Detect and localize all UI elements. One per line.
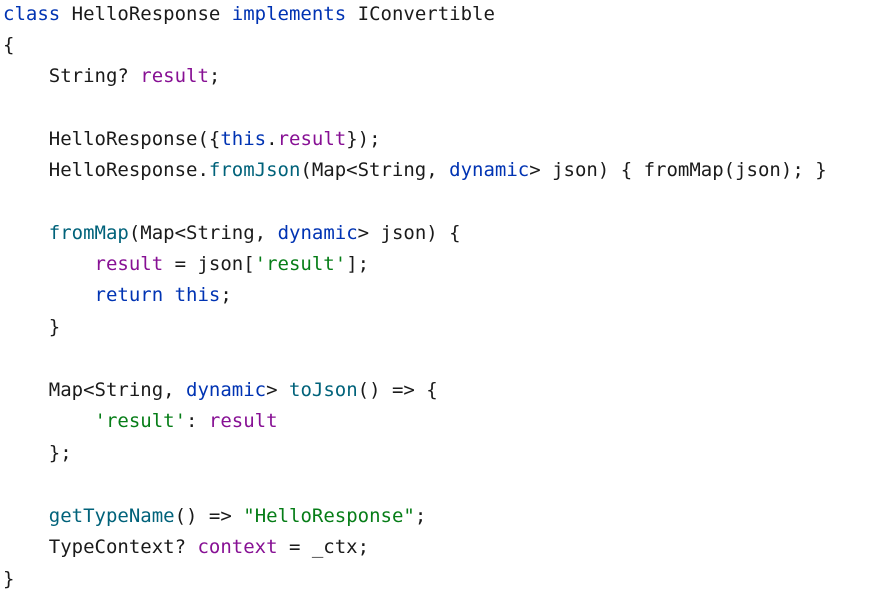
token: dynamic xyxy=(449,159,530,181)
token: { xyxy=(3,34,15,56)
code-line-1: class HelloResponse implements IConverti… xyxy=(3,0,495,30)
token: result xyxy=(140,65,209,87)
token: > json) { fromMap(json); } xyxy=(529,159,827,181)
token: HelloResponse. xyxy=(3,159,209,181)
code-line-8: fromMap(Map<String, dynamic> json) { xyxy=(3,218,461,249)
token: this xyxy=(174,284,221,306)
code-editor: class HelloResponse implements IConverti… xyxy=(0,0,870,595)
code-line-19: } xyxy=(3,564,14,595)
token: implements xyxy=(231,3,347,25)
token: Map<String, xyxy=(3,379,187,401)
code-line-15: }; xyxy=(3,438,72,469)
token: dynamic xyxy=(186,379,267,401)
token: (Map<String, xyxy=(300,159,450,181)
token: result xyxy=(277,128,347,150)
code-line-5: HelloResponse({this.result}); xyxy=(3,124,381,155)
token: }); xyxy=(346,128,381,150)
token: context xyxy=(197,536,278,558)
token: toJson xyxy=(289,379,358,401)
token: } xyxy=(3,316,61,338)
code-line-10: return this; xyxy=(3,280,232,311)
token: fromJson xyxy=(208,159,301,181)
token: result xyxy=(94,253,164,275)
code-line-17: getTypeName() => "HelloResponse"; xyxy=(3,501,427,532)
token: () => xyxy=(174,505,244,527)
token: = _ctx; xyxy=(277,536,370,558)
token: ; xyxy=(208,65,221,87)
token: 'result' xyxy=(254,253,347,275)
token: result xyxy=(208,410,278,432)
token: TypeContext? xyxy=(3,536,198,558)
token: HelloResponse xyxy=(60,3,232,25)
code-line-13: Map<String, dynamic> toJson() => { xyxy=(3,375,438,406)
token: }; xyxy=(3,442,72,464)
token: . xyxy=(266,128,278,150)
code-line-6: HelloResponse.fromJson(Map<String, dynam… xyxy=(3,155,827,186)
token: > json) { xyxy=(357,222,461,244)
code-line-18: TypeContext? context = _ctx; xyxy=(3,532,369,563)
token: getTypeName xyxy=(48,505,175,527)
token: ]; xyxy=(346,253,370,275)
token: : xyxy=(186,410,209,432)
token: > xyxy=(266,379,289,401)
token: dynamic xyxy=(277,222,358,244)
code-line-9: result = json['result']; xyxy=(3,249,370,280)
code-line-14: 'result': result xyxy=(3,406,278,437)
token: = json[ xyxy=(163,253,255,275)
token: (Map<String, xyxy=(128,222,278,244)
token: return xyxy=(94,284,164,306)
token: ; xyxy=(414,505,427,527)
token: ; xyxy=(220,284,232,306)
code-line-3: String? result; xyxy=(3,61,221,92)
token: "HelloResponse" xyxy=(243,505,415,527)
token: () => { xyxy=(357,379,438,401)
token: 'result' xyxy=(94,410,187,432)
token: class xyxy=(3,3,61,25)
token: fromMap xyxy=(48,222,129,244)
token: String? xyxy=(3,65,141,87)
code-line-2: { xyxy=(3,30,14,61)
code-line-11: } xyxy=(3,312,60,343)
token: HelloResponse({ xyxy=(3,128,221,150)
token: this xyxy=(220,128,267,150)
token: IConvertible xyxy=(346,3,495,25)
token: } xyxy=(3,568,15,590)
